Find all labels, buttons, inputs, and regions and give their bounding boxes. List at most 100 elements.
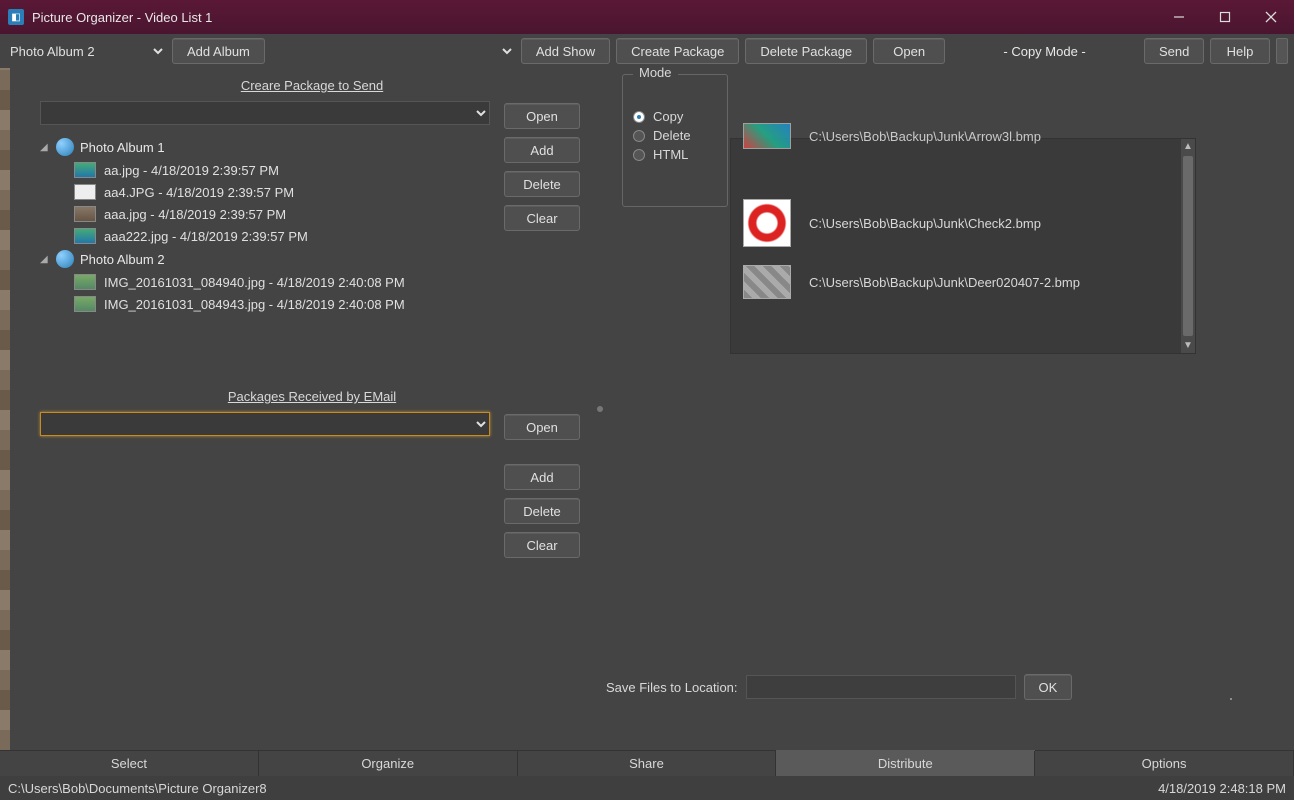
create-add-button[interactable]: Add bbox=[504, 137, 580, 163]
received-clear-button[interactable]: Clear bbox=[504, 532, 580, 558]
tab-options[interactable]: Options bbox=[1035, 751, 1294, 776]
ok-button[interactable]: OK bbox=[1024, 674, 1072, 700]
titlebar: ◧ Picture Organizer - Video List 1 bbox=[0, 0, 1294, 34]
preview-thumbnail bbox=[743, 123, 791, 149]
minimize-button[interactable] bbox=[1156, 0, 1202, 34]
help-button[interactable]: Help bbox=[1210, 38, 1270, 64]
tree-item-text: aaa222.jpg - 4/18/2019 2:39:57 PM bbox=[104, 229, 308, 244]
tree-item[interactable]: aaa.jpg - 4/18/2019 2:39:57 PM bbox=[40, 203, 490, 225]
radio-icon bbox=[633, 149, 645, 161]
thumbnail-icon bbox=[74, 162, 96, 178]
preview-thumbnail bbox=[743, 199, 791, 247]
received-delete-button[interactable]: Delete bbox=[504, 498, 580, 524]
received-add-button[interactable]: Add bbox=[504, 464, 580, 490]
received-open-button[interactable]: Open bbox=[504, 414, 580, 440]
save-location-input[interactable] bbox=[746, 675, 1016, 699]
create-package-heading: Creare Package to Send bbox=[40, 78, 584, 93]
create-package-button[interactable]: Create Package bbox=[616, 38, 739, 64]
save-row: Save Files to Location: OK bbox=[606, 674, 1284, 700]
scroll-down-icon[interactable]: ▼ bbox=[1183, 338, 1193, 353]
save-label: Save Files to Location: bbox=[606, 680, 738, 695]
album-icon bbox=[56, 250, 74, 268]
tab-select[interactable]: Select bbox=[0, 751, 259, 776]
tree-album[interactable]: ◢ Photo Album 1 bbox=[40, 135, 490, 159]
tree-item-text: IMG_20161031_084940.jpg - 4/18/2019 2:40… bbox=[104, 275, 405, 290]
caret-icon: ◢ bbox=[40, 142, 50, 153]
preview-scrollbar[interactable]: ▲ ▼ bbox=[1181, 139, 1195, 353]
create-package-select[interactable] bbox=[40, 101, 490, 125]
radio-label: Copy bbox=[653, 109, 683, 124]
mode-legend: Mode bbox=[633, 65, 678, 80]
tab-share[interactable]: Share bbox=[518, 751, 777, 776]
delete-package-button[interactable]: Delete Package bbox=[745, 38, 867, 64]
thumbnail-icon bbox=[74, 296, 96, 312]
album-tree: ◢ Photo Album 1 aa.jpg - 4/18/2019 2:39:57… bbox=[40, 135, 490, 375]
preview-pane: C:\Users\Bob\Backup\Junk\Arrow3l.bmpC:\U… bbox=[730, 138, 1196, 354]
radio-icon bbox=[633, 111, 645, 123]
close-button[interactable] bbox=[1248, 0, 1294, 34]
preview-item[interactable]: C:\Users\Bob\Backup\Junk\Check2.bmp bbox=[731, 193, 1195, 253]
received-buttons: Open Add Delete Clear bbox=[504, 414, 584, 558]
add-show-button[interactable]: Add Show bbox=[521, 38, 610, 64]
radio-label: Delete bbox=[653, 128, 691, 143]
status-path: C:\Users\Bob\Documents\Picture Organizer… bbox=[8, 781, 267, 796]
thumbnail-icon bbox=[74, 274, 96, 290]
album-name: Photo Album 2 bbox=[80, 252, 165, 267]
preview-thumbnail bbox=[743, 265, 791, 299]
left-panel: Creare Package to Send ◢ Photo Album 1 aa.… bbox=[0, 68, 594, 750]
preview-path: C:\Users\Bob\Backup\Junk\Arrow3l.bmp bbox=[809, 129, 1041, 144]
status-bar: C:\Users\Bob\Documents\Picture Organizer… bbox=[0, 776, 1294, 800]
tree-item-text: IMG_20161031_084943.jpg - 4/18/2019 2:40… bbox=[104, 297, 405, 312]
mode-group: Mode CopyDeleteHTML bbox=[622, 74, 728, 207]
create-open-button[interactable]: Open bbox=[504, 103, 580, 129]
tree-album[interactable]: ◢ Photo Album 2 bbox=[40, 247, 490, 271]
copy-mode-label: - Copy Mode - bbox=[951, 44, 1138, 59]
tree-item-text: aaa.jpg - 4/18/2019 2:39:57 PM bbox=[104, 207, 286, 222]
preview-item[interactable]: C:\Users\Bob\Backup\Junk\Arrow3l.bmp bbox=[731, 117, 1195, 155]
scroll-up-icon[interactable]: ▲ bbox=[1183, 139, 1193, 154]
album-name: Photo Album 1 bbox=[80, 140, 165, 155]
caret-icon: ◢ bbox=[40, 254, 50, 265]
tab-organize[interactable]: Organize bbox=[259, 751, 518, 776]
tab-distribute[interactable]: Distribute bbox=[776, 751, 1035, 776]
mode-radio-delete[interactable]: Delete bbox=[633, 128, 717, 143]
mode-radio-html[interactable]: HTML bbox=[633, 147, 717, 162]
preview-path: C:\Users\Bob\Backup\Junk\Check2.bmp bbox=[809, 216, 1041, 231]
thumbnail-icon bbox=[74, 228, 96, 244]
open-button[interactable]: Open bbox=[873, 38, 945, 64]
radio-label: HTML bbox=[653, 147, 688, 162]
album-select[interactable]: Photo Album 2 bbox=[6, 39, 166, 63]
toolbar-scroll-indicator[interactable] bbox=[1276, 38, 1288, 64]
received-package-select[interactable] bbox=[40, 412, 490, 436]
tree-item-text: aa4.JPG - 4/18/2019 2:39:57 PM bbox=[104, 185, 294, 200]
tree-item[interactable]: aa.jpg - 4/18/2019 2:39:57 PM bbox=[40, 159, 490, 181]
send-button[interactable]: Send bbox=[1144, 38, 1204, 64]
bottom-tabs: SelectOrganizeShareDistributeOptions bbox=[0, 750, 1294, 776]
tree-item[interactable]: aa4.JPG - 4/18/2019 2:39:57 PM bbox=[40, 181, 490, 203]
main-area: Creare Package to Send ◢ Photo Album 1 aa.… bbox=[0, 68, 1294, 750]
received-heading: Packages Received by EMail bbox=[40, 389, 584, 404]
preview-path: C:\Users\Bob\Backup\Junk\Deer020407-2.bm… bbox=[809, 275, 1080, 290]
tree-item[interactable]: IMG_20161031_084940.jpg - 4/18/2019 2:40… bbox=[40, 271, 490, 293]
tree-item[interactable]: aaa222.jpg - 4/18/2019 2:39:57 PM bbox=[40, 225, 490, 247]
tree-item[interactable]: IMG_20161031_084943.jpg - 4/18/2019 2:40… bbox=[40, 293, 490, 315]
album-icon bbox=[56, 138, 74, 156]
app-icon: ◧ bbox=[8, 9, 24, 25]
decoration-dot: · bbox=[1228, 688, 1234, 709]
thumbnail-icon bbox=[74, 206, 96, 222]
status-time: 4/18/2019 2:48:18 PM bbox=[1158, 781, 1286, 796]
scroll-thumb[interactable] bbox=[1183, 156, 1193, 336]
create-clear-button[interactable]: Clear bbox=[504, 205, 580, 231]
show-select[interactable] bbox=[271, 39, 515, 63]
add-album-button[interactable]: Add Album bbox=[172, 38, 265, 64]
create-delete-button[interactable]: Delete bbox=[504, 171, 580, 197]
tree-item-text: aa.jpg - 4/18/2019 2:39:57 PM bbox=[104, 163, 279, 178]
preview-item[interactable]: C:\Users\Bob\Backup\Junk\Deer020407-2.bm… bbox=[731, 259, 1195, 305]
thumbnail-icon bbox=[74, 184, 96, 200]
maximize-button[interactable] bbox=[1202, 0, 1248, 34]
received-list bbox=[40, 444, 490, 684]
create-buttons: Open Add Delete Clear bbox=[504, 103, 584, 231]
window-title: Picture Organizer - Video List 1 bbox=[32, 10, 1156, 25]
mode-radio-copy[interactable]: Copy bbox=[633, 109, 717, 124]
vertical-splitter[interactable] bbox=[594, 68, 606, 750]
